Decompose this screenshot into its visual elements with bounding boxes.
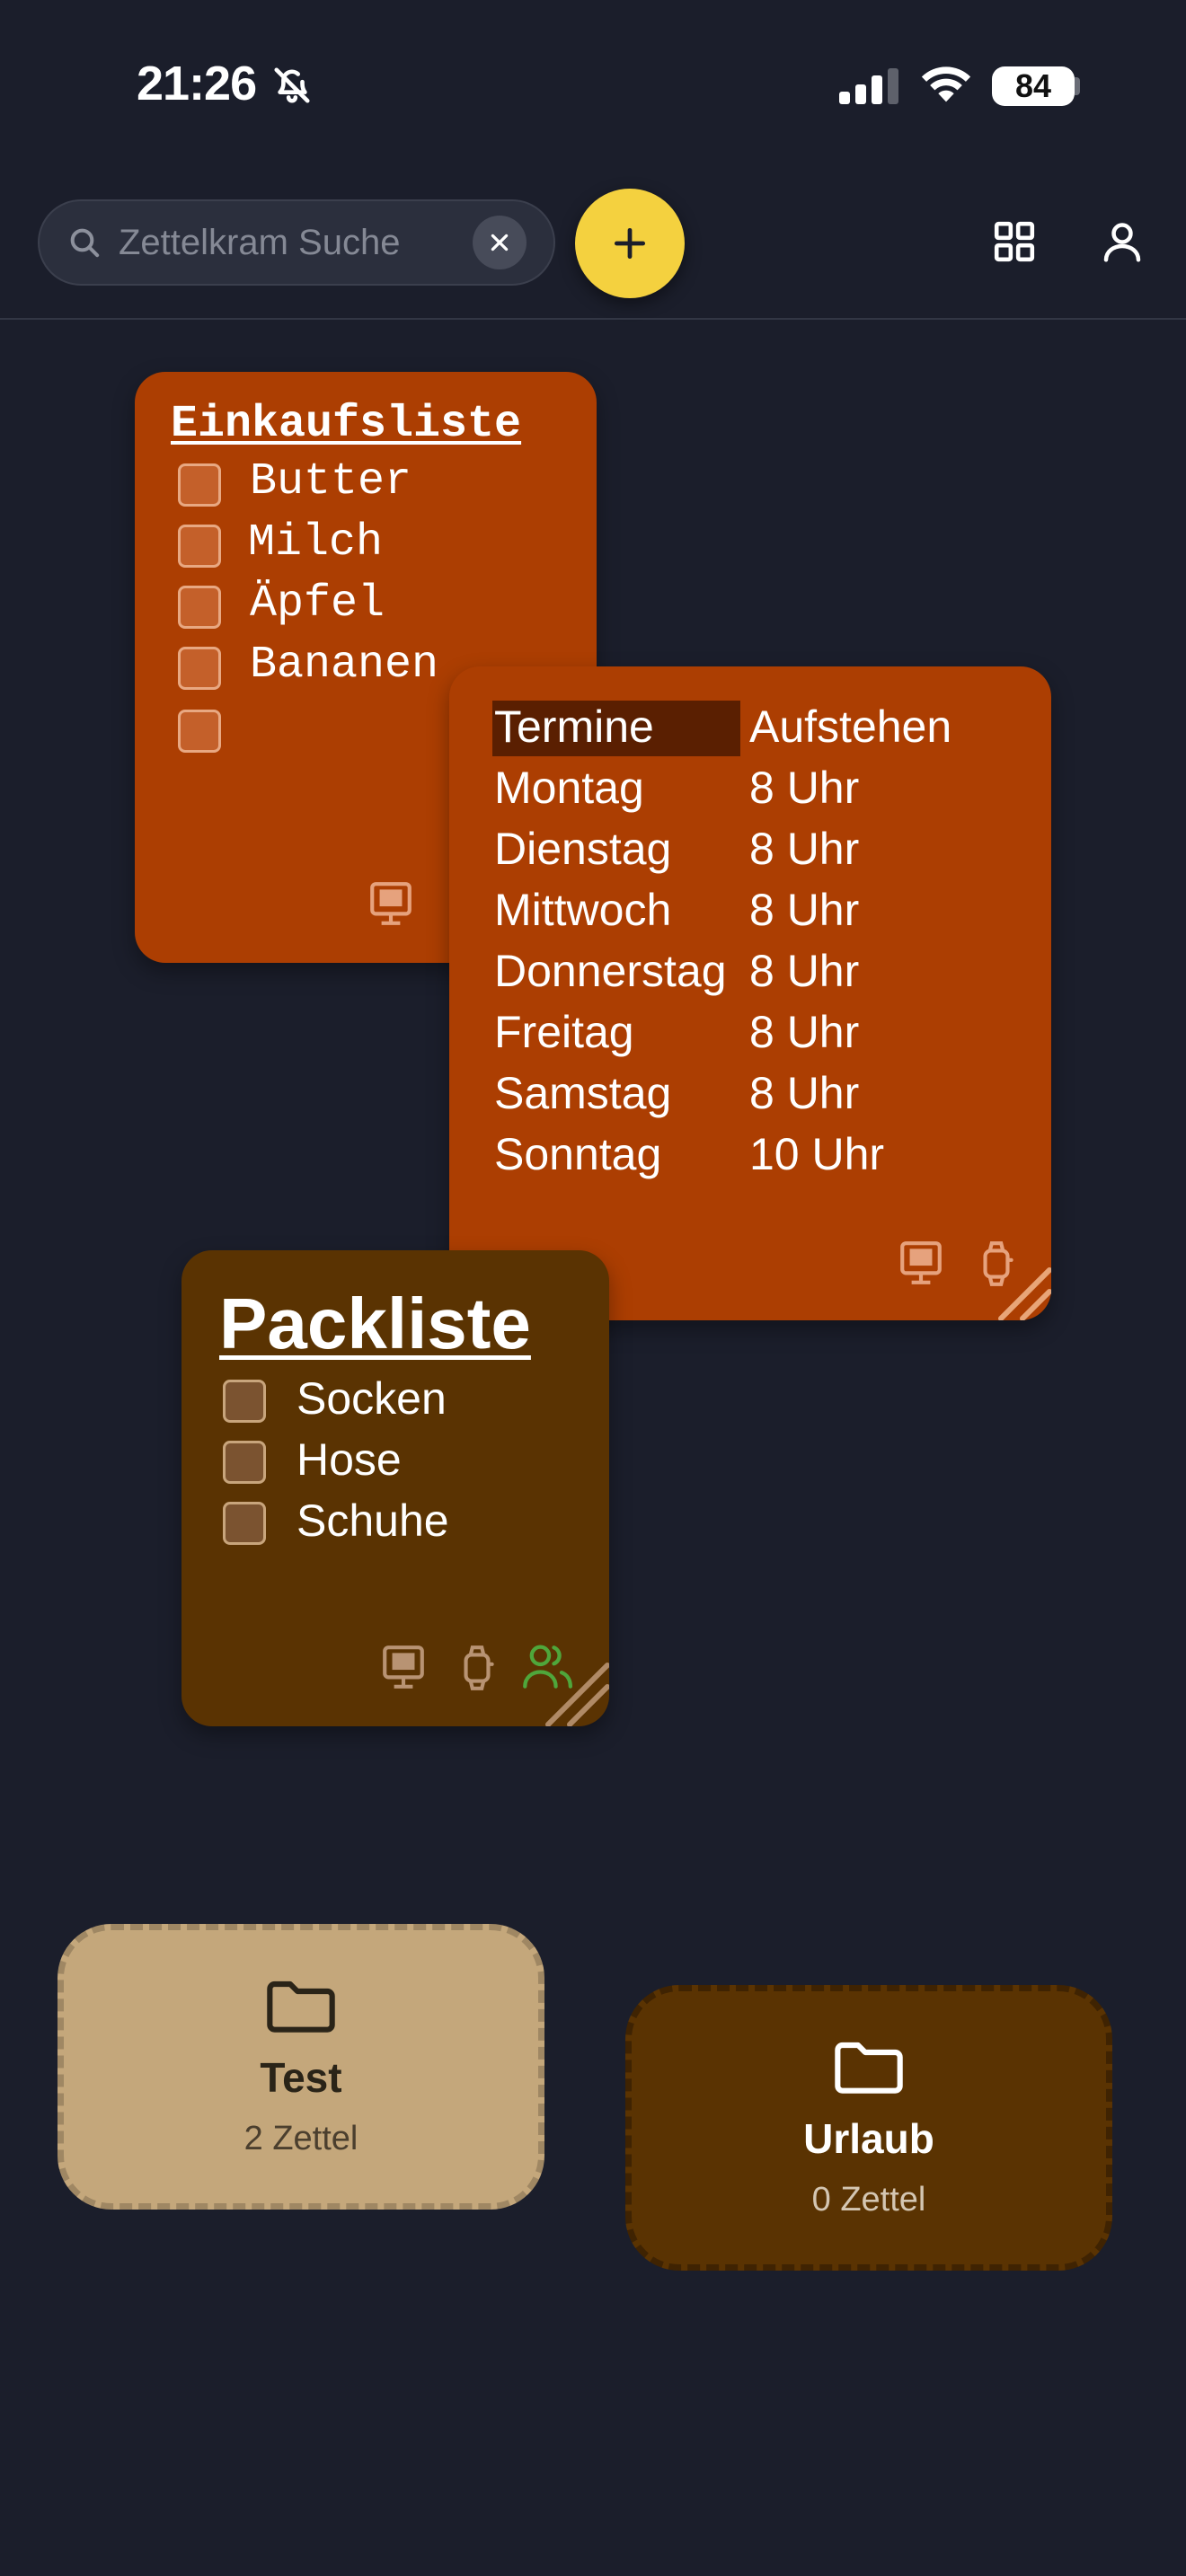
table-cell: 8 Uhr <box>749 824 860 874</box>
table-header-cell: Aufstehen <box>749 701 952 752</box>
checkbox[interactable] <box>223 1502 266 1545</box>
list-item-label: Äpfel <box>250 578 385 630</box>
user-icon[interactable] <box>1098 217 1146 266</box>
note-title: Packliste <box>219 1284 531 1363</box>
table-cell: 8 Uhr <box>749 946 860 996</box>
note-title: Einkaufsliste <box>171 399 522 450</box>
table-cell: Montag <box>494 763 644 813</box>
folder-icon <box>835 2042 903 2094</box>
wifi-icon <box>921 66 971 102</box>
table-cell: 8 Uhr <box>749 1068 860 1118</box>
list-item-label: Hose <box>296 1434 402 1485</box>
resize-handle[interactable] <box>539 1656 609 1726</box>
folder-icon <box>267 1981 335 2033</box>
battery-cap <box>1075 77 1080 95</box>
table-cell: Dienstag <box>494 824 672 874</box>
table-cell: 8 Uhr <box>749 763 860 813</box>
checkbox[interactable] <box>178 525 221 568</box>
checkbox[interactable] <box>223 1380 266 1423</box>
checkbox[interactable] <box>178 647 221 690</box>
table-cell: Mittwoch <box>494 885 672 935</box>
toolbar-divider <box>0 318 1186 320</box>
checkbox[interactable] <box>178 463 221 507</box>
desktop-icon <box>370 882 412 925</box>
table-cell: 8 Uhr <box>749 1007 860 1057</box>
table-cell: 10 Uhr <box>749 1129 885 1179</box>
battery-icon: 84 <box>992 66 1075 106</box>
watch-icon <box>464 1645 494 1690</box>
search-input[interactable] <box>119 214 460 271</box>
table-cell: Freitag <box>494 1007 634 1057</box>
list-item-label: Butter <box>250 456 412 507</box>
checkbox[interactable] <box>178 710 221 753</box>
bell-slash-icon <box>274 67 310 103</box>
status-time: 21:26 <box>137 57 257 110</box>
folder-count: 2 Zettel <box>243 2120 358 2157</box>
folder-name: Test <box>260 2054 342 2101</box>
table-header-cell: Termine <box>494 701 654 752</box>
grid-view-icon[interactable] <box>992 219 1037 264</box>
resize-handle[interactable] <box>981 1250 1051 1320</box>
table-cell: Sonntag <box>494 1129 662 1179</box>
table-cell: Donnerstag <box>494 946 727 996</box>
desktop-icon <box>383 1645 424 1689</box>
table-cell: Samstag <box>494 1068 672 1118</box>
list-item-label: Socken <box>296 1373 447 1424</box>
checkbox[interactable] <box>223 1441 266 1484</box>
add-note-button[interactable] <box>575 189 685 298</box>
folder-count: 0 Zettel <box>811 2181 926 2219</box>
signal-icon <box>839 68 898 104</box>
folder-name: Urlaub <box>803 2115 934 2162</box>
checkbox[interactable] <box>178 586 221 629</box>
desktop-icon <box>900 1241 942 1284</box>
search-icon <box>70 228 100 258</box>
list-item-label: Schuhe <box>296 1495 449 1546</box>
list-item-label: Milch <box>248 517 384 569</box>
list-item-label: Bananen <box>250 640 439 691</box>
clear-search-button[interactable] <box>473 216 527 269</box>
table-cell: 8 Uhr <box>749 885 860 935</box>
close-icon <box>491 234 509 251</box>
plus-icon <box>614 227 646 260</box>
